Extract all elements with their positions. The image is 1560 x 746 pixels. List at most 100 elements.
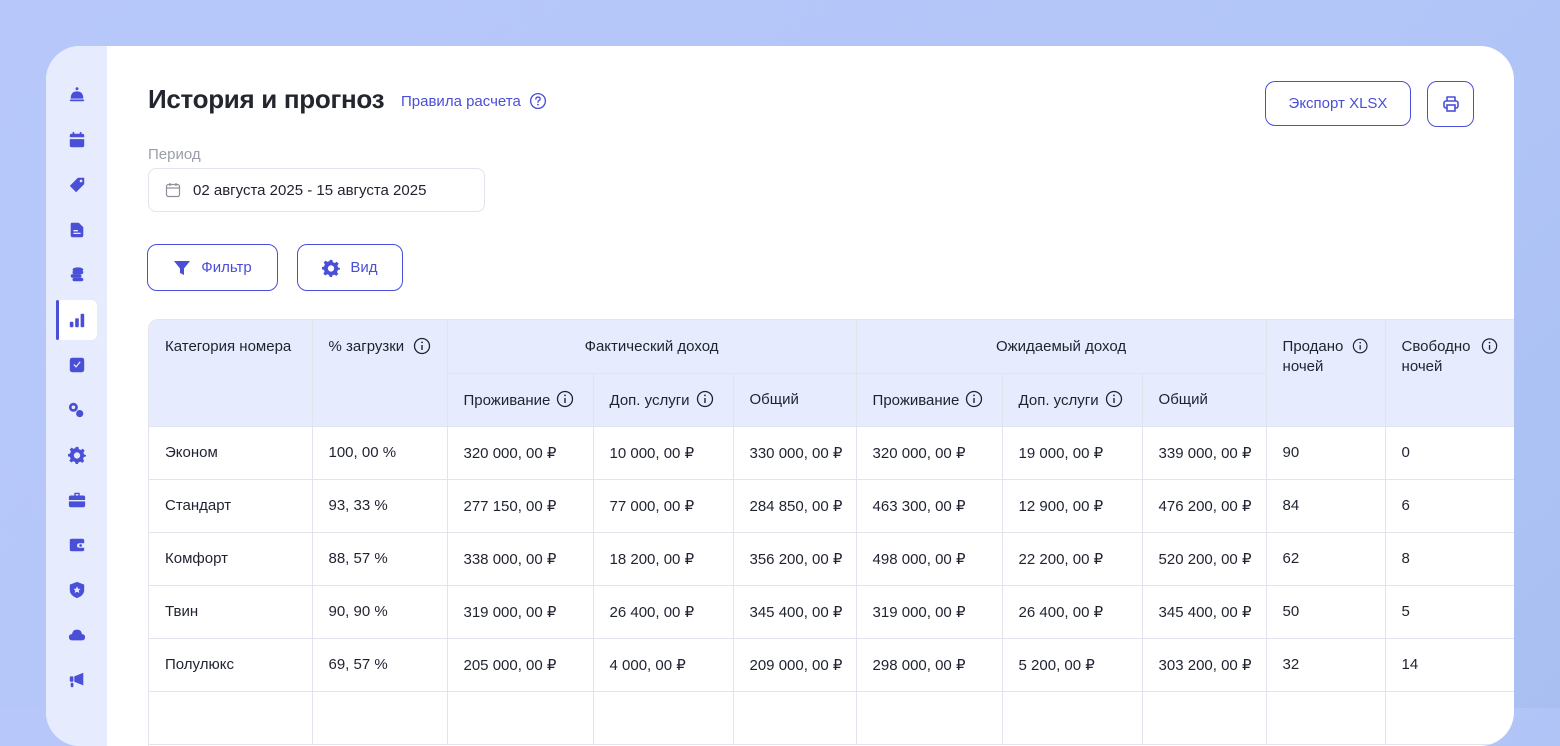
help-icon bbox=[529, 92, 546, 110]
cell-actual-extra: 4 000, 00 ₽ bbox=[593, 638, 734, 692]
sidebar-item-settings[interactable] bbox=[56, 435, 97, 475]
sidebar-item-calendar[interactable] bbox=[56, 120, 97, 160]
filter-icon bbox=[174, 260, 191, 275]
sidebar-item-tasks[interactable] bbox=[56, 345, 97, 385]
header-load: % загрузки bbox=[312, 320, 448, 427]
cell-sold-nights: 90 bbox=[1266, 426, 1386, 480]
info-icon[interactable] bbox=[1481, 337, 1498, 355]
export-xlsx-button[interactable]: Экспорт XLSX bbox=[1265, 81, 1411, 126]
cell-free-nights: 6 bbox=[1385, 479, 1514, 533]
cell-expected-accommodation: 298 000, 00 ₽ bbox=[856, 638, 1003, 692]
view-button[interactable]: Вид bbox=[297, 244, 403, 291]
header-expected-extra-services: Доп. услуги bbox=[1002, 373, 1143, 427]
sidebar-item-document[interactable] bbox=[56, 210, 97, 250]
calculation-rules-link[interactable]: Правила расчета bbox=[401, 92, 547, 110]
cell-actual-extra: 18 200, 00 ₽ bbox=[593, 532, 734, 586]
info-icon[interactable] bbox=[696, 390, 714, 408]
cell-load bbox=[312, 691, 448, 745]
sidebar-item-statistics[interactable] bbox=[56, 300, 97, 340]
cell-expected-total: 303 200, 00 ₽ bbox=[1142, 638, 1267, 692]
calendar-icon bbox=[69, 131, 84, 148]
main-card: История и прогноз Правила расчета Экспор… bbox=[46, 46, 1514, 746]
header-actual-total: Общий bbox=[733, 373, 857, 427]
gear-icon bbox=[322, 259, 341, 277]
calendar-icon bbox=[165, 183, 181, 198]
cell-actual-total: 345 400, 00 ₽ bbox=[733, 585, 857, 639]
header-actual-income: Фактический доход bbox=[447, 320, 857, 374]
header-actual-accommodation: Проживание bbox=[447, 373, 594, 427]
info-icon[interactable] bbox=[1352, 337, 1368, 355]
cell-actual-accommodation: 277 150, 00 ₽ bbox=[447, 479, 594, 533]
cell-expected-extra bbox=[1002, 691, 1143, 745]
gear-icon bbox=[67, 446, 86, 464]
print-button[interactable] bbox=[1427, 81, 1474, 127]
period-label: Период bbox=[148, 146, 201, 163]
table-row: Полулюкс 69, 57 % 205 000, 00 ₽4 000, 00 ₽… bbox=[149, 638, 1514, 692]
cell-category: Полулюкс bbox=[149, 638, 313, 692]
cell-load: 93, 33 % bbox=[312, 479, 448, 533]
filter-label: Фильтр bbox=[201, 259, 252, 276]
cell-free-nights: 5 bbox=[1385, 585, 1514, 639]
cell-free-nights: 8 bbox=[1385, 532, 1514, 586]
document-icon bbox=[70, 222, 83, 238]
cell-expected-total bbox=[1142, 691, 1267, 745]
cell-free-nights: 0 bbox=[1385, 426, 1514, 480]
info-icon[interactable] bbox=[965, 390, 983, 408]
sidebar-item-keys[interactable] bbox=[56, 390, 97, 430]
sidebar-item-cloud[interactable] bbox=[56, 615, 97, 655]
tag-icon bbox=[69, 177, 84, 193]
cell-load: 90, 90 % bbox=[312, 585, 448, 639]
cell-actual-extra: 77 000, 00 ₽ bbox=[593, 479, 734, 533]
sidebar bbox=[46, 46, 107, 746]
header-category: Категория номера bbox=[149, 320, 313, 427]
table-row: Твин 90, 90 % 319 000, 00 ₽26 400, 00 ₽345… bbox=[149, 585, 1514, 639]
header-expected-total: Общий bbox=[1142, 373, 1267, 427]
cell-sold-nights: 62 bbox=[1266, 532, 1386, 586]
cell-expected-total: 339 000, 00 ₽ bbox=[1142, 426, 1267, 480]
cell-sold-nights: 32 bbox=[1266, 638, 1386, 692]
sidebar-item-briefcase[interactable] bbox=[56, 480, 97, 520]
cloud-icon bbox=[68, 629, 85, 641]
cell-actual-accommodation bbox=[447, 691, 594, 745]
info-icon[interactable] bbox=[556, 390, 574, 408]
cell-category: Твин bbox=[149, 585, 313, 639]
bar-chart-icon bbox=[69, 313, 84, 328]
sidebar-item-bell[interactable] bbox=[56, 75, 97, 115]
cell-category bbox=[149, 691, 313, 745]
filter-button[interactable]: Фильтр bbox=[147, 244, 278, 291]
cell-actual-extra: 10 000, 00 ₽ bbox=[593, 426, 734, 480]
period-date-range-input[interactable]: 02 августа 2025 - 15 августа 2025 bbox=[148, 168, 485, 212]
cell-load: 100, 00 % bbox=[312, 426, 448, 480]
view-label: Вид bbox=[350, 259, 378, 276]
info-icon[interactable] bbox=[413, 337, 431, 355]
cell-expected-extra: 5 200, 00 ₽ bbox=[1002, 638, 1143, 692]
table-body: Эконом 100, 00 % 320 000, 00 ₽10 000, 00 ₽… bbox=[149, 426, 1514, 745]
cell-category: Стандарт bbox=[149, 479, 313, 533]
table-row: Комфорт 88, 57 % 338 000, 00 ₽18 200, 00 ₽… bbox=[149, 532, 1514, 586]
info-icon[interactable] bbox=[1105, 390, 1123, 408]
cell-expected-extra: 26 400, 00 ₽ bbox=[1002, 585, 1143, 639]
cell-expected-accommodation: 319 000, 00 ₽ bbox=[856, 585, 1003, 639]
sidebar-item-announcements[interactable] bbox=[56, 660, 97, 700]
wallet-icon bbox=[69, 538, 84, 552]
cell-expected-accommodation bbox=[856, 691, 1003, 745]
cell-actual-accommodation: 319 000, 00 ₽ bbox=[447, 585, 594, 639]
header-actual-extra-services: Доп. услуги bbox=[593, 373, 734, 427]
sidebar-item-security[interactable] bbox=[56, 570, 97, 610]
cell-expected-accommodation: 320 000, 00 ₽ bbox=[856, 426, 1003, 480]
sidebar-item-wallet[interactable] bbox=[56, 525, 97, 565]
bell-icon bbox=[69, 87, 84, 102]
cell-actual-total: 284 850, 00 ₽ bbox=[733, 479, 857, 533]
cell-actual-accommodation: 320 000, 00 ₽ bbox=[447, 426, 594, 480]
cell-free-nights bbox=[1385, 691, 1514, 745]
header-sold-nights: Продано ночей bbox=[1266, 320, 1386, 427]
period-value: 02 августа 2025 - 15 августа 2025 bbox=[193, 181, 427, 199]
sidebar-item-coins[interactable] bbox=[56, 255, 97, 295]
cell-sold-nights: 50 bbox=[1266, 585, 1386, 639]
sidebar-item-tag[interactable] bbox=[56, 165, 97, 205]
cell-actual-total bbox=[733, 691, 857, 745]
cell-category: Эконом bbox=[149, 426, 313, 480]
cell-expected-extra: 22 200, 00 ₽ bbox=[1002, 532, 1143, 586]
cell-load: 88, 57 % bbox=[312, 532, 448, 586]
cell-free-nights: 14 bbox=[1385, 638, 1514, 692]
